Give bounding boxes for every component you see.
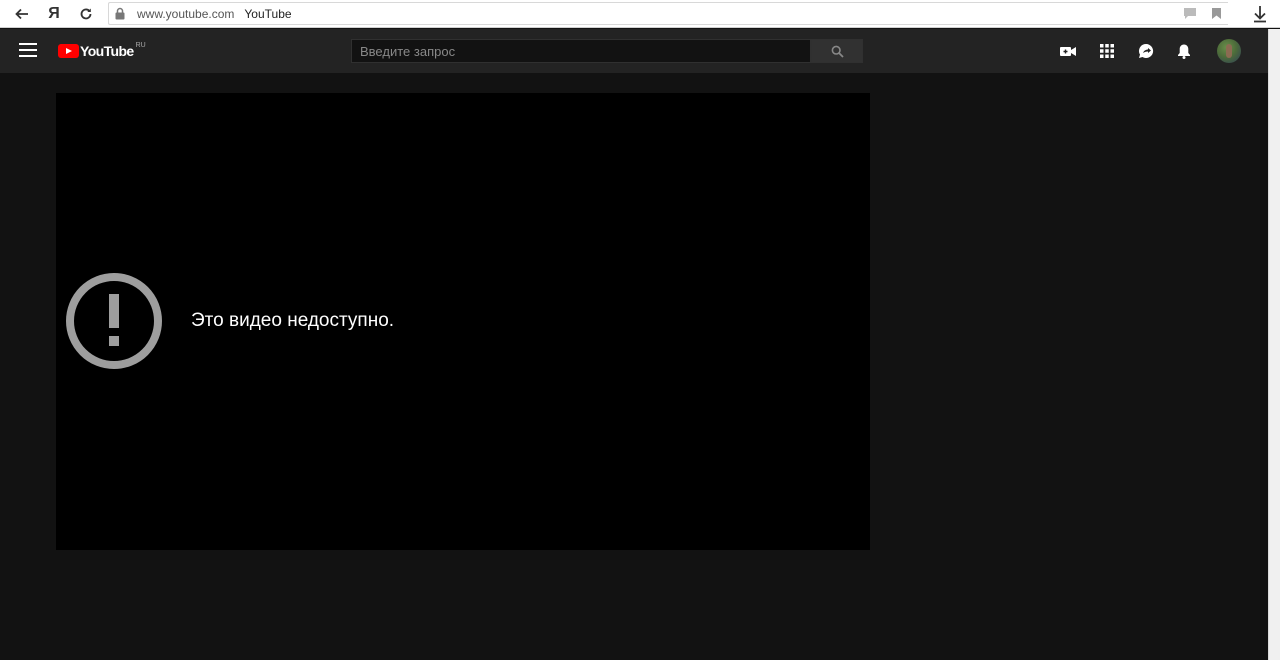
video-unavailable-message: Это видео недоступно. (191, 310, 395, 331)
share-chat-icon (1139, 43, 1154, 58)
lock-icon (109, 7, 131, 20)
create-video-button[interactable] (1058, 41, 1078, 61)
comment-icon[interactable] (1183, 7, 1197, 25)
address-url: www.youtube.com (137, 6, 235, 21)
logo-wordmark: YouTube (80, 43, 134, 59)
reload-button[interactable] (70, 0, 102, 28)
search-icon (831, 45, 844, 58)
video-camera-icon (1060, 46, 1076, 56)
messages-button[interactable] (1136, 41, 1156, 61)
menu-icon[interactable] (19, 43, 37, 59)
exclamation-circle-icon (66, 273, 162, 369)
tab-title: YouTube (244, 6, 292, 21)
arrow-left-icon (15, 8, 28, 20)
address-bar[interactable]: www.youtube.com YouTube (108, 2, 1228, 25)
browser-toolbar: Я www.youtube.com YouTube (0, 0, 1280, 28)
page-scrollbar[interactable] (1268, 29, 1280, 660)
bookmark-icon[interactable] (1211, 7, 1222, 25)
back-button[interactable] (6, 0, 38, 28)
download-button[interactable] (1246, 0, 1274, 28)
play-logo-icon (58, 44, 79, 58)
video-player[interactable]: Это видео недоступно. (56, 93, 870, 550)
youtube-logo[interactable]: YouTube RU (58, 42, 146, 61)
apps-grid-icon (1100, 44, 1114, 58)
avatar[interactable] (1217, 39, 1241, 63)
reload-icon (80, 8, 92, 20)
apps-button[interactable] (1097, 41, 1117, 61)
search-button[interactable] (811, 39, 863, 63)
download-icon (1254, 6, 1266, 23)
country-code: RU (135, 42, 146, 49)
youtube-masthead: YouTube RU (0, 29, 1268, 73)
yandex-button[interactable]: Я (38, 0, 70, 28)
notifications-button[interactable] (1174, 41, 1194, 61)
search-box (351, 39, 811, 63)
bell-icon (1178, 44, 1190, 59)
search-input[interactable] (360, 43, 810, 59)
